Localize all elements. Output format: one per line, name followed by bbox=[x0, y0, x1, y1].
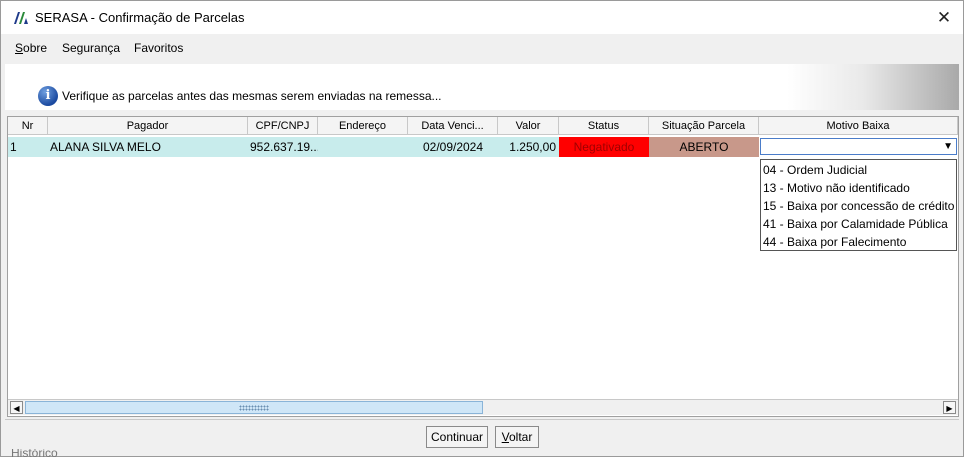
column-header-endereco[interactable]: Endereço bbox=[318, 117, 408, 135]
motivo-baixa-dropdown-list: 04 - Ordem Judicial 13 - Motivo não iden… bbox=[760, 159, 957, 251]
menu-seguranca[interactable]: Segurança bbox=[62, 41, 120, 55]
continuar-button[interactable]: Continuar bbox=[426, 426, 488, 448]
cell-cpf-cnpj[interactable]: 952.637.19... bbox=[248, 137, 318, 157]
motivo-baixa-select[interactable]: ▼ bbox=[760, 138, 957, 155]
info-banner: i Verifique as parcelas antes das mesmas… bbox=[5, 64, 959, 110]
menu-favoritos[interactable]: Favoritos bbox=[134, 41, 183, 55]
column-header-data-vencimento[interactable]: Data Venci... bbox=[408, 117, 498, 135]
parcelas-grid: Nr Pagador CPF/CNPJ Endereço Data Venci.… bbox=[7, 116, 959, 417]
cell-nr[interactable]: 1 bbox=[8, 137, 48, 157]
motivo-option-41[interactable]: 41 - Baixa por Calamidade Pública bbox=[763, 217, 948, 231]
horizontal-scrollbar[interactable]: ◀ ▶ bbox=[8, 399, 958, 415]
column-header-nr[interactable]: Nr bbox=[8, 117, 48, 135]
column-header-cpf-cnpj[interactable]: CPF/CNPJ bbox=[248, 117, 318, 135]
close-icon: ✕ bbox=[936, 8, 952, 27]
chevron-down-icon: ▼ bbox=[943, 141, 953, 152]
scroll-right-button[interactable]: ▶ bbox=[943, 401, 956, 414]
grip-icon bbox=[239, 405, 269, 411]
arrow-right-icon: ▶ bbox=[946, 404, 953, 413]
window-title: SERASA - Confirmação de Parcelas bbox=[35, 10, 245, 25]
cell-valor[interactable]: 1.250,00 bbox=[498, 137, 559, 157]
scroll-left-button[interactable]: ◀ bbox=[10, 401, 23, 414]
motivo-option-15[interactable]: 15 - Baixa por concessão de crédito bbox=[763, 199, 954, 213]
motivo-option-44[interactable]: 44 - Baixa por Falecimento bbox=[763, 235, 906, 249]
motivo-option-13[interactable]: 13 - Motivo não identificado bbox=[763, 181, 910, 195]
column-header-motivo-baixa[interactable]: Motivo Baixa bbox=[759, 117, 958, 135]
title-bar: SERASA - Confirmação de Parcelas ✕ bbox=[1, 1, 963, 34]
voltar-button[interactable]: Voltar bbox=[495, 426, 539, 448]
cell-pagador[interactable]: ALANA SILVA MELO bbox=[48, 137, 248, 157]
info-icon: i bbox=[38, 86, 58, 106]
column-header-pagador[interactable]: Pagador bbox=[48, 117, 248, 135]
column-header-status[interactable]: Status bbox=[559, 117, 649, 135]
column-header-situacao-parcela[interactable]: Situação Parcela bbox=[649, 117, 759, 135]
menu-bar: Sobre Segurança Favoritos bbox=[1, 37, 963, 59]
cell-situacao-parcela[interactable]: ABERTO bbox=[649, 137, 759, 157]
cell-endereco[interactable] bbox=[318, 137, 408, 157]
app-window: SERASA - Confirmação de Parcelas ✕ Sobre… bbox=[0, 0, 964, 457]
serasa-logo-icon bbox=[14, 12, 28, 24]
close-button[interactable]: ✕ bbox=[933, 7, 955, 29]
cell-status[interactable]: Negativado bbox=[559, 137, 649, 157]
column-header-valor[interactable]: Valor bbox=[498, 117, 559, 135]
banner-message: Verifique as parcelas antes das mesmas s… bbox=[62, 89, 442, 103]
cell-data-vencimento[interactable]: 02/09/2024 bbox=[408, 137, 498, 157]
motivo-option-04[interactable]: 04 - Ordem Judicial bbox=[763, 163, 867, 177]
arrow-left-icon: ◀ bbox=[13, 404, 20, 413]
menu-sobre[interactable]: Sobre bbox=[15, 41, 47, 55]
button-panel: Continuar Voltar bbox=[5, 419, 959, 452]
scrollbar-thumb[interactable] bbox=[25, 401, 483, 414]
